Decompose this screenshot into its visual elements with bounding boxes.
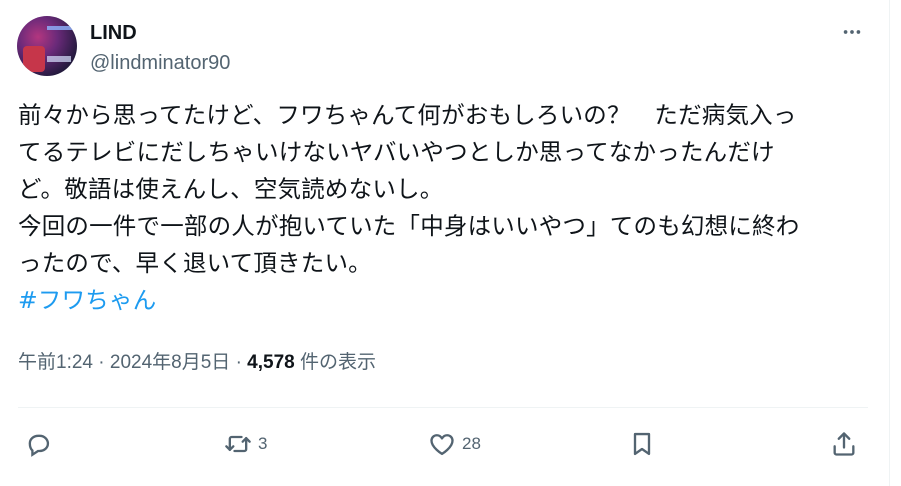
retweet-button[interactable]: 3 (224, 424, 267, 464)
retweet-count: 3 (258, 434, 268, 453)
tweet-line: 今回の一件で一部の人が抱いていた「中身はいいやつ」てのも幻想に終わ (18, 212, 800, 240)
meta-separator: · (98, 352, 110, 373)
like-count: 28 (462, 434, 481, 453)
display-name[interactable]: LIND (90, 21, 137, 45)
user-handle[interactable]: @lindminator90 (90, 51, 230, 75)
like-button[interactable]: 28 (428, 424, 481, 464)
tweet-time[interactable]: 午前1:24 (18, 352, 93, 373)
tweet-line: てるテレビにだしちゃいけないヤバいやつとしか思ってなかったんだけ (18, 138, 775, 166)
avatar-figure (23, 46, 45, 72)
retweet-icon (225, 435, 251, 453)
divider (18, 407, 868, 408)
action-bar: 3 28 (0, 420, 890, 468)
hashtag-link[interactable]: #フワちゃん (18, 282, 868, 319)
meta-separator: · (235, 352, 248, 373)
more-icon[interactable] (838, 18, 866, 46)
reply-button[interactable] (24, 424, 58, 464)
tweet-card: LIND @lindminator90 前々から思ってたけど、フワちゃんて何がお… (0, 0, 890, 486)
tweet-date[interactable]: 2024年8月5日 (110, 352, 230, 373)
ellipsis-icon (843, 30, 861, 34)
avatar-sign (47, 26, 73, 30)
share-icon (833, 432, 855, 456)
views-label: 件の表示 (300, 352, 377, 373)
reply-icon (28, 434, 50, 457)
bookmark-icon (633, 432, 651, 456)
heart-icon (430, 434, 454, 456)
tweet-meta: 午前1:24 · 2024年8月5日 · 4,578 件の表示 (18, 351, 376, 375)
share-button[interactable] (830, 424, 858, 464)
avatar-sign-lower (47, 56, 71, 62)
tweet-line: ど。敬語は使えんし、空気読めないし。 (18, 175, 444, 203)
tweet-line: 前々から思ってたけど、フワちゃんて何がおもしろいの？ ただ病気入っ (18, 101, 797, 129)
bookmark-button[interactable] (628, 424, 656, 464)
avatar[interactable] (17, 16, 77, 76)
tweet-line: ったので、早く退いて頂きたい。 (18, 249, 372, 277)
views-count: 4,578 (247, 352, 295, 373)
tweet-text: 前々から思ってたけど、フワちゃんて何がおもしろいの？ ただ病気入っ てるテレビにだ… (18, 97, 868, 319)
